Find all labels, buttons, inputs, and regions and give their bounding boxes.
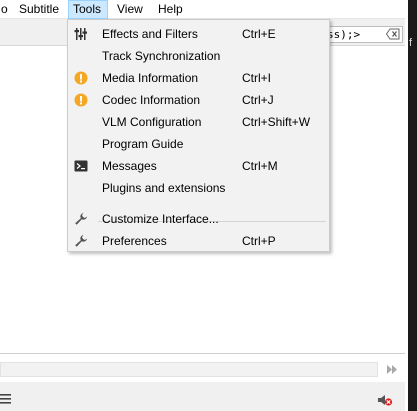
menu-item-label: Customize Interface... xyxy=(102,212,219,226)
wrench-icon xyxy=(74,234,88,248)
menu-item-label: Track Synchronization xyxy=(102,49,221,63)
playlist-icon[interactable] xyxy=(0,393,12,405)
menu-item-shortcut: Ctrl+M xyxy=(242,159,278,173)
menu-item-partial[interactable]: o xyxy=(0,0,12,19)
menu-help[interactable]: Help xyxy=(154,0,187,19)
info-icon xyxy=(74,93,88,107)
skip-forward-icon[interactable] xyxy=(386,364,398,375)
seek-bar[interactable] xyxy=(0,362,378,377)
window-border xyxy=(405,0,408,411)
menu-item-label: Preferences xyxy=(102,234,167,248)
menu-item-program-guide[interactable]: Program Guide xyxy=(68,133,329,155)
menu-bar: o Subtitle Tools View Help xyxy=(0,0,405,19)
clear-input-icon[interactable] xyxy=(385,28,400,40)
menu-item-shortcut: Ctrl+Shift+W xyxy=(242,115,311,129)
menu-tools[interactable]: Tools xyxy=(68,0,108,19)
menu-item-codec-information[interactable]: Codec Information Ctrl+J xyxy=(68,89,329,111)
tools-menu-dropdown: Effects and Filters Ctrl+E Track Synchro… xyxy=(67,19,330,252)
menu-item-label: Effects and Filters xyxy=(102,27,198,41)
menu-item-label: Codec Information xyxy=(102,93,201,107)
bottom-control-bar xyxy=(0,382,405,411)
menu-item-plugins-and-extensions[interactable]: Plugins and extensions xyxy=(68,177,329,199)
info-icon xyxy=(74,71,88,85)
menu-item-shortcut: Ctrl+I xyxy=(242,71,272,85)
divider xyxy=(0,353,405,354)
menu-item-effects-and-filters[interactable]: Effects and Filters Ctrl+E xyxy=(68,23,329,45)
menu-item-track-synchronization[interactable]: Track Synchronization xyxy=(68,45,329,67)
wrench-icon xyxy=(74,212,88,226)
menu-item-label: Plugins and extensions xyxy=(102,181,226,195)
menu-view[interactable]: View xyxy=(113,0,147,19)
menu-item-label: Media Information xyxy=(102,71,199,85)
menu-item-shortcut: Ctrl+J xyxy=(242,93,274,107)
menu-item-preferences[interactable]: Preferences Ctrl+P xyxy=(68,230,329,252)
menu-item-label: Messages xyxy=(102,159,157,173)
equalizer-icon xyxy=(74,27,88,41)
background-text: f xyxy=(409,37,413,49)
menu-item-shortcut: Ctrl+E xyxy=(242,27,276,41)
menu-item-vlm-configuration[interactable]: VLM Configuration Ctrl+Shift+W xyxy=(68,111,329,133)
menu-item-media-information[interactable]: Media Information Ctrl+I xyxy=(68,67,329,89)
menu-subtitle[interactable]: Subtitle xyxy=(15,0,63,19)
menu-item-customize-interface[interactable]: Customize Interface... xyxy=(68,208,329,230)
terminal-icon xyxy=(74,159,88,173)
mute-icon[interactable] xyxy=(377,394,393,406)
menu-item-shortcut: Ctrl+P xyxy=(242,234,276,248)
menu-item-label: VLM Configuration xyxy=(102,115,202,129)
menu-item-label: Program Guide xyxy=(102,137,184,151)
menu-item-messages[interactable]: Messages Ctrl+M xyxy=(68,155,329,177)
